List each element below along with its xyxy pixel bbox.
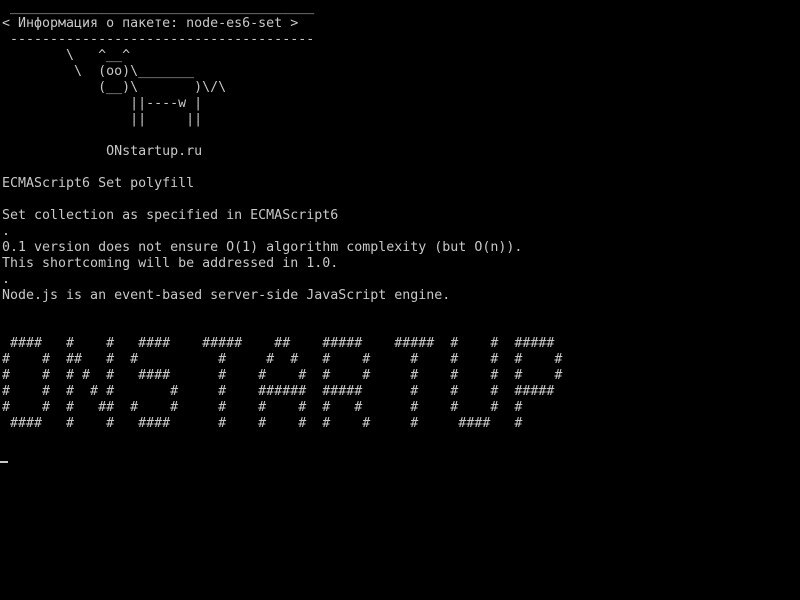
terminal-line: # # ## # # # # # # # # # # # # [2,352,563,367]
terminal-line: || || [2,112,203,127]
terminal-line: # # # # # #### # # # # # # # # # # [2,368,563,383]
terminal-line: . [2,224,11,239]
terminal-line: This shortcoming will be addressed in 1.… [2,256,339,271]
terminal-line: ONstartup.ru [2,144,203,159]
terminal-line: #### # # #### # # # # # # #### # [2,416,523,431]
terminal-line: #### # # #### ##### ## ##### ##### # # #… [2,336,555,351]
terminal-line: -------------------------------------- [2,32,315,47]
terminal-line: Set collection as specified in ECMAScrip… [2,208,339,223]
terminal-line: ECMAScript6 Set polyfill [2,176,195,191]
terminal-line: 0.1 version does not ensure O(1) algorit… [2,240,523,255]
terminal-line: . [2,272,11,287]
terminal-line: \ (oo)\_______ [2,64,195,79]
text-cursor [0,461,8,463]
terminal-line: \ ^__^ [2,48,131,63]
terminal-output: ______________________________________ < … [2,0,800,448]
terminal-line: ||----w | [2,96,203,111]
terminal-line: ______________________________________ [2,0,315,15]
terminal-line: Node.js is an event-based server-side Ja… [2,288,451,303]
terminal-line: < Информация о пакете: node-es6-set > [2,16,299,31]
terminal-line: # # # ## # # # # # # # # # # # [2,400,523,415]
terminal-line: (__)\ )\/\ [2,80,227,95]
terminal-screen[interactable]: ______________________________________ < … [0,0,800,600]
terminal-line: # # # # # # # ###### ##### # # # ##### [2,384,555,399]
